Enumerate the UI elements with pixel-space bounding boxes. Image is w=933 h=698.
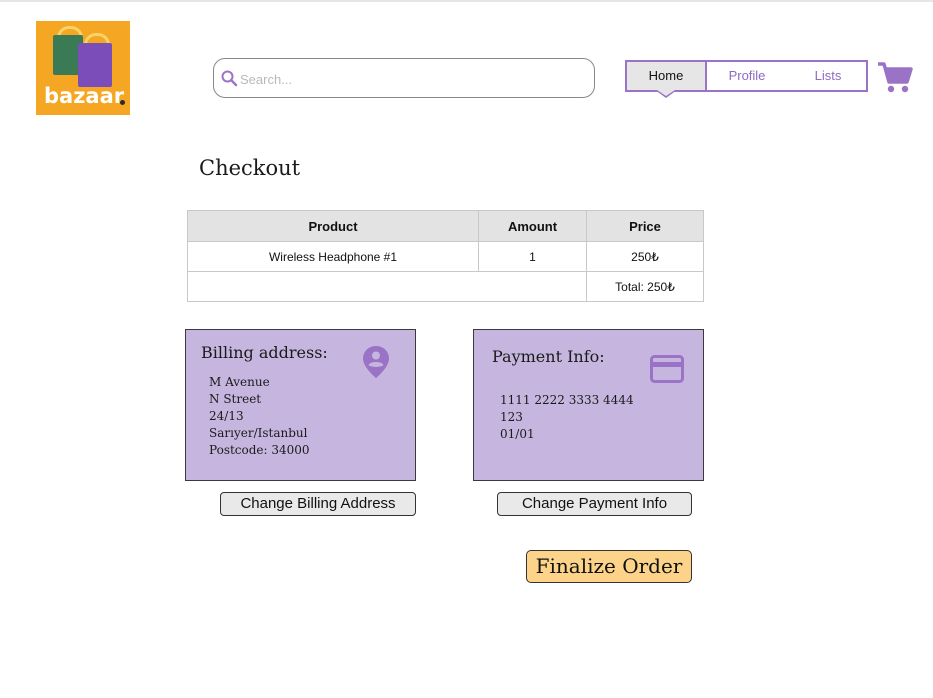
column-header-product: Product: [187, 210, 479, 242]
empty-cell: [187, 271, 587, 302]
billing-title: Billing address:: [201, 343, 328, 362]
logo-dot: [120, 100, 125, 105]
address-line: 24/13: [209, 409, 244, 423]
bazaar-logo[interactable]: bazaar: [36, 21, 130, 115]
tab-profile[interactable]: Profile: [707, 62, 787, 90]
tab-home[interactable]: Home: [627, 62, 707, 90]
price-cell: 250₺: [586, 241, 704, 272]
address-line: Postcode: 34000: [209, 443, 310, 457]
payment-title: Payment Info:: [492, 347, 605, 366]
active-tab-pointer-fill: [657, 90, 675, 96]
amount-cell: 1: [478, 241, 587, 272]
table-header-row: Product Amount Price: [187, 210, 704, 242]
billing-address-card: Billing address: M Avenue N Street 24/13…: [185, 329, 416, 481]
table-row: Wireless Headphone #1 1 250₺: [187, 241, 704, 272]
column-header-amount: Amount: [478, 210, 587, 242]
card-number: 1111 2222 3333 4444: [500, 393, 634, 407]
logo-text: bazaar: [44, 84, 125, 108]
billing-address-lines: M Avenue N Street 24/13 Sarıyer/Istanbul…: [209, 374, 310, 459]
cart-icon: [878, 62, 913, 93]
shopping-bag-icon: [78, 43, 112, 87]
column-header-price: Price: [586, 210, 704, 242]
payment-info-lines: 1111 2222 3333 4444 123 01/01: [500, 392, 634, 443]
card-expiry: 01/01: [500, 427, 535, 441]
main-nav: Home Profile Lists: [625, 60, 868, 92]
change-billing-address-button[interactable]: Change Billing Address: [220, 492, 416, 516]
card-cvv: 123: [500, 410, 523, 424]
page-title: Checkout: [199, 156, 301, 180]
address-line: M Avenue: [209, 375, 270, 389]
credit-card-icon: [650, 355, 684, 383]
order-table: Product Amount Price Wireless Headphone …: [187, 210, 704, 302]
tab-lists[interactable]: Lists: [789, 62, 867, 90]
search-icon: [221, 70, 238, 87]
cart-button[interactable]: [876, 60, 914, 101]
product-cell: Wireless Headphone #1: [187, 241, 479, 272]
change-payment-info-button[interactable]: Change Payment Info: [497, 492, 692, 516]
search-box[interactable]: [213, 58, 595, 98]
address-line: Sarıyer/Istanbul: [209, 426, 308, 440]
finalize-order-button[interactable]: Finalize Order: [526, 550, 692, 583]
payment-info-card: Payment Info: 1111 2222 3333 4444 123 01…: [473, 329, 704, 481]
search-input[interactable]: [238, 68, 582, 90]
total-row: Total: 250₺: [187, 271, 704, 302]
address-line: N Street: [209, 392, 262, 406]
total-cell: Total: 250₺: [586, 271, 704, 302]
location-pin-icon: [363, 346, 389, 378]
